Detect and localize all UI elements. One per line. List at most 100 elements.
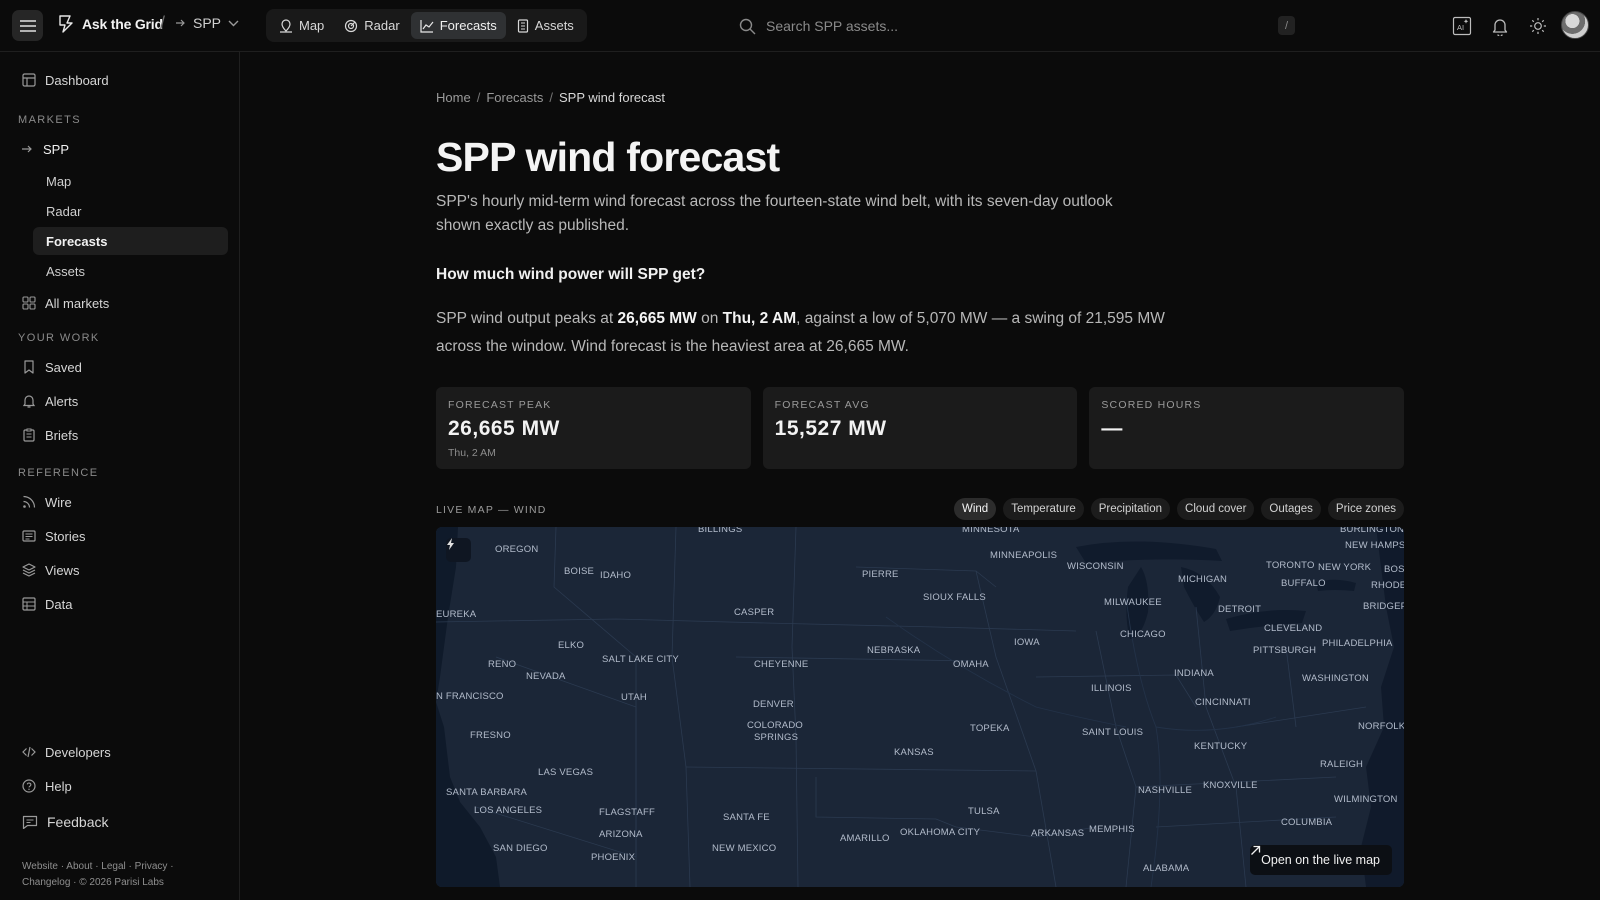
map-label: CLEVELAND: [1264, 623, 1323, 634]
theme-toggle-button[interactable]: [1527, 15, 1549, 37]
sidebar-item-feedback[interactable]: Feedback: [22, 812, 108, 832]
map-label: CHEYENNE: [754, 659, 809, 670]
sidebar-item-assets[interactable]: Assets: [33, 257, 228, 285]
breadcrumb-current: SPP wind forecast: [559, 90, 665, 105]
tab-radar[interactable]: Radar: [335, 12, 408, 39]
user-avatar[interactable]: [1561, 11, 1589, 39]
map-label: WILMINGTON: [1334, 794, 1398, 805]
map-label: OKLAHOMA CITY: [900, 827, 981, 838]
rss-icon: [23, 495, 36, 508]
map-label: RENO: [488, 659, 517, 670]
stat-value: 26,665 MW: [448, 417, 560, 440]
layer-chip-price-zones[interactable]: Price zones: [1327, 498, 1404, 520]
sidebar-item-label: Dashboard: [45, 72, 109, 88]
search-placeholder: Search SPP assets...: [766, 18, 899, 34]
map-label: DENVER: [753, 699, 794, 710]
map-label: KENTUCKY: [1194, 741, 1248, 752]
wind-icon: [22, 145, 32, 153]
layer-chip-outages[interactable]: Outages: [1261, 498, 1321, 520]
layer-chip-temperature[interactable]: Temperature: [1003, 498, 1084, 520]
map-label: ARKANSAS: [1031, 828, 1085, 839]
map-label: IDAHO: [600, 570, 632, 581]
external-link-icon: [1251, 845, 1261, 855]
bookmark-icon: [24, 360, 34, 374]
breadcrumb: Home / Forecasts / SPP wind forecast: [436, 90, 665, 105]
sidebar-item-label: Help: [45, 778, 72, 794]
market-switcher[interactable]: SPP: [176, 15, 239, 31]
sidebar-item-map[interactable]: Map: [33, 167, 228, 195]
sidebar-item-dashboard[interactable]: Dashboard: [22, 70, 109, 90]
map-label: BURLINGTON: [1340, 527, 1404, 535]
wind-icon: [176, 19, 185, 27]
sidebar-item-label: Stories: [45, 528, 86, 544]
footer-links[interactable]: Website · About · Legal · Privacy ·: [22, 859, 174, 875]
map-label: FRESNO: [470, 730, 511, 741]
market-name: SPP: [193, 15, 222, 31]
brand[interactable]: Ask the Grid: [56, 14, 163, 33]
search-shortcut-key: /: [1278, 16, 1295, 35]
sidebar-item-briefs[interactable]: Briefs: [22, 425, 78, 445]
stat-card-forecast-avg: FORECAST AVG 15,527 MW: [762, 387, 1078, 469]
code-icon: [22, 746, 36, 758]
layer-chip-cloud-cover[interactable]: Cloud cover: [1177, 498, 1255, 520]
map-label: INDIANA: [1174, 668, 1214, 679]
sidebar-item-forecasts[interactable]: Forecasts: [33, 227, 228, 255]
sidebar-item-saved[interactable]: Saved: [22, 357, 82, 377]
sidebar-item-all-markets[interactable]: All markets: [22, 293, 109, 313]
map-label: SIOUX FALLS: [923, 592, 986, 603]
map-label: KNOXVILLE: [1203, 780, 1258, 791]
map-label: EUREKA: [436, 609, 477, 620]
map-label: PHOENIX: [591, 852, 636, 863]
brand-name: Ask the Grid: [82, 15, 163, 32]
sidebar-item-wire[interactable]: Wire: [22, 492, 72, 512]
sidebar-item-spp[interactable]: SPP: [22, 139, 69, 159]
search-input[interactable]: Search SPP assets... /: [739, 13, 1295, 39]
sidebar-item-label: Saved: [45, 359, 82, 375]
stat-cards: FORECAST PEAK 26,665 MW Thu, 2 AM FORECA…: [436, 387, 1405, 469]
sidebar-item-help[interactable]: Help: [22, 776, 72, 796]
map-label: OMAHA: [953, 659, 989, 670]
live-map[interactable]: BILLINGS MINNESOTA BURLINGTON OREGON NEW…: [436, 527, 1404, 887]
map-label: ILLINOIS: [1091, 683, 1132, 694]
hamburger-menu-button[interactable]: [12, 10, 43, 41]
map-label: N FRANCISCO: [436, 691, 504, 702]
tab-map[interactable]: Map: [270, 12, 333, 39]
footer-copyright: Changelog · © 2026 Parisi Labs: [22, 877, 164, 888]
grid-icon: [22, 296, 36, 310]
map-label: SAINT LOUIS: [1082, 727, 1144, 738]
sidebar-item-developers[interactable]: Developers: [22, 742, 111, 762]
ai-icon: AI: [1452, 16, 1472, 36]
layer-chip-precipitation[interactable]: Precipitation: [1090, 498, 1171, 520]
map-label: RALEIGH: [1320, 759, 1364, 770]
map-label: SPRINGS: [754, 732, 799, 743]
map-label: PHILADELPHIA: [1322, 638, 1393, 649]
sidebar-item-data[interactable]: Data: [22, 594, 72, 614]
open-live-map-button[interactable]: Open on the live map: [1250, 845, 1392, 875]
layer-chip-wind[interactable]: Wind: [953, 498, 997, 520]
map-label: ALABAMA: [1143, 863, 1190, 874]
breadcrumb-forecasts[interactable]: Forecasts: [486, 90, 543, 105]
map-label: KANSAS: [894, 747, 934, 758]
map-label: SANTA FE: [723, 812, 770, 823]
sidebar-item-radar[interactable]: Radar: [33, 197, 228, 225]
tab-forecasts[interactable]: Forecasts: [410, 12, 506, 39]
map-layer-toggle[interactable]: [446, 538, 471, 562]
sidebar-item-alerts[interactable]: Alerts: [22, 391, 78, 411]
map-layer-chips: Wind Temperature Precipitation Cloud cov…: [953, 498, 1404, 520]
map-label: CASPER: [734, 607, 775, 618]
page-title: SPP wind forecast: [436, 134, 780, 180]
breadcrumb-home[interactable]: Home: [436, 90, 471, 105]
tab-assets[interactable]: Assets: [508, 12, 583, 39]
clipboard-icon: [23, 428, 35, 442]
notifications-button[interactable]: [1489, 15, 1511, 37]
map-label: OREGON: [495, 544, 539, 555]
ai-assistant-button[interactable]: AI: [1451, 15, 1473, 37]
sidebar-item-label: Briefs: [45, 427, 79, 443]
sidebar-item-views[interactable]: Views: [22, 560, 79, 580]
sidebar-item-label: SPP: [43, 141, 70, 157]
stat-value: 15,527 MW: [774, 417, 887, 440]
sidebar-item-stories[interactable]: Stories: [22, 526, 85, 546]
sidebar: Dashboard MARKETS SPP Map Radar Forecast…: [0, 52, 240, 900]
sidebar-item-label: Alerts: [45, 393, 79, 409]
map-label: UTAH: [621, 692, 647, 703]
